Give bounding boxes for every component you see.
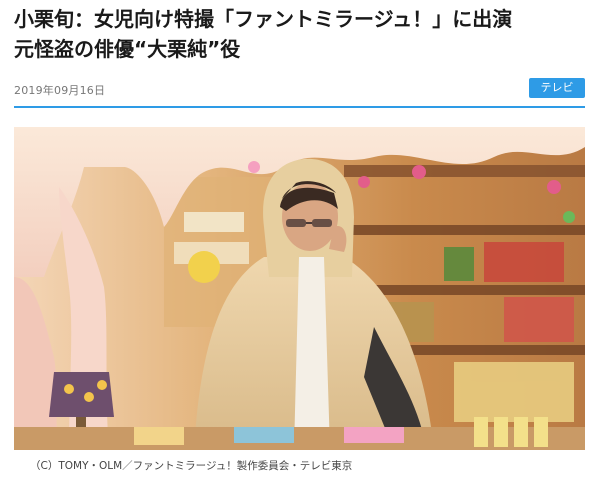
article-meta: 2019年09月16日 テレビ	[14, 78, 585, 102]
photo-credit: （C）TOMY・OLM／ファントミラージュ！製作委員会・テレビ東京	[30, 460, 353, 472]
header-divider	[14, 106, 585, 108]
headline-line-1: 小栗旬：女児向け特撮「ファントミラージュ！」に出演	[14, 7, 513, 31]
headline-line-2: 元怪盗の俳優“大栗純”役	[14, 37, 241, 61]
article-headline: 小栗旬：女児向け特撮「ファントミラージュ！」に出演 元怪盗の俳優“大栗純”役	[14, 4, 588, 64]
category-badge[interactable]: テレビ	[529, 78, 585, 98]
article-photo	[14, 127, 585, 450]
publish-date: 2019年09月16日	[14, 84, 106, 97]
